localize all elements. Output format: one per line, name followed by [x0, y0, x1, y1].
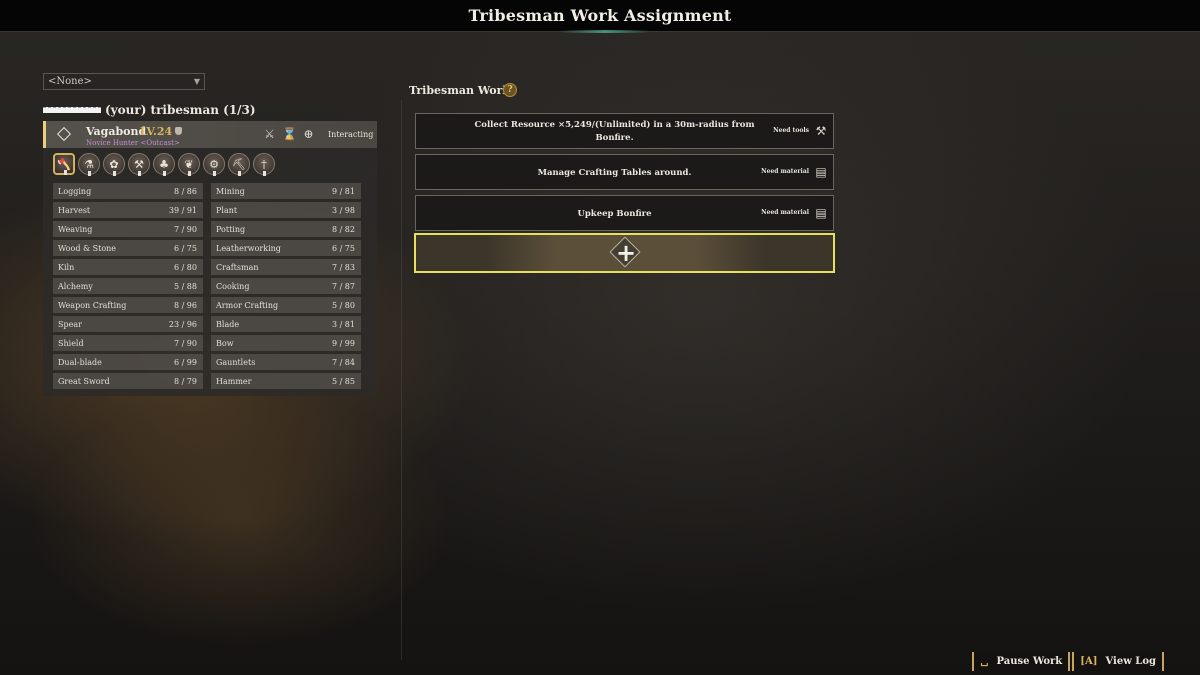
- tribesman-title: Novice Hunter <Outcast>: [86, 139, 180, 147]
- tribe-label: (your) tribesman (1/3): [105, 103, 256, 117]
- pause-work-button[interactable]: ␣ Pause Work: [972, 652, 1071, 671]
- stat-row: Spear 23 / 96: [53, 316, 203, 332]
- dropdown-value: <None>: [48, 76, 92, 87]
- tribesman-card-header[interactable]: Vagabond LV.24 Novice Hunter <Outcast> ⚔…: [43, 121, 377, 148]
- bottom-controls: ␣ Pause Work [A] View Log: [972, 652, 1164, 671]
- stat-row: Mining 9 / 81: [211, 183, 361, 199]
- stat-row: Blade 3 / 81: [211, 316, 361, 332]
- stat-row: Logging 8 / 86: [53, 183, 203, 199]
- diamond-icon: [56, 126, 72, 142]
- stat-row: Cooking 7 / 87: [211, 278, 361, 294]
- page-title: Tribesman Work Assignment: [468, 6, 732, 25]
- hourglass-icon[interactable]: ⌛: [282, 128, 297, 141]
- work-slot-manage-crafting[interactable]: Manage Crafting Tables around. Need mate…: [415, 154, 834, 190]
- stat-row: Craftsman 7 / 83: [211, 259, 361, 275]
- work-section-title: Tribesman Work: [409, 84, 511, 97]
- shield-icon: [175, 127, 182, 135]
- requirement-label: Need material: [761, 168, 809, 175]
- target-icon[interactable]: ⊕: [302, 128, 315, 141]
- stat-row: Dual-blade 6 / 99: [53, 354, 203, 370]
- view-log-button[interactable]: [A] View Log: [1072, 652, 1164, 671]
- stat-row: Harvest 39 / 91: [53, 202, 203, 218]
- potion-icon: ⚗: [78, 153, 100, 176]
- work-slot-collect-resource[interactable]: Collect Resource ×5,249/(Unlimited) in a…: [415, 113, 834, 149]
- tribesman-name: Vagabond: [86, 125, 147, 138]
- hammer-icon: ⚒: [128, 153, 150, 176]
- chevron-down-icon: ▼: [193, 77, 200, 86]
- pickaxe-icon: ⛏: [228, 153, 250, 176]
- work-slot-text: Upkeep Bonfire: [577, 209, 652, 219]
- help-icon[interactable]: ?: [503, 83, 517, 97]
- tribesman-card[interactable]: Vagabond LV.24 Novice Hunter <Outcast> ⚔…: [43, 121, 377, 396]
- herb-icon: ❦: [178, 153, 200, 176]
- stat-row: Kiln 6 / 80: [53, 259, 203, 275]
- stat-row: Armor Crafting 5 / 80: [211, 297, 361, 313]
- stat-row: Hammer 5 / 85: [211, 373, 361, 389]
- cogs-icon: ✿: [103, 153, 125, 176]
- stat-row: Alchemy 5 / 88: [53, 278, 203, 294]
- redacted-name: [43, 107, 101, 113]
- work-slot-upkeep-bonfire[interactable]: Upkeep Bonfire Need material ▤: [415, 195, 834, 231]
- stat-row: Great Sword 8 / 79: [53, 373, 203, 389]
- pause-work-label: Pause Work: [996, 656, 1063, 667]
- title-glow: [560, 30, 650, 33]
- space-key-icon: ␣: [980, 656, 989, 667]
- tribe-header: (your) tribesman (1/3): [43, 103, 256, 117]
- blade-icon: †: [253, 153, 275, 176]
- a-key-icon: [A]: [1080, 656, 1098, 667]
- panel-divider: [401, 100, 402, 660]
- tools-icon: ⚒: [815, 124, 827, 138]
- tribesman-level: LV.24: [140, 125, 173, 138]
- requirement-label: Need tools: [773, 127, 809, 134]
- material-icon: ▤: [815, 206, 827, 220]
- axe-icon: 🪓: [53, 153, 75, 175]
- plant-icon: ♣: [153, 153, 175, 176]
- stat-row: Plant 3 / 98: [211, 202, 361, 218]
- skill-icon-row: 🪓 ⚗ ✿ ⚒ ♣ ❦ ⚙ ⛏ †: [53, 153, 275, 176]
- stat-row: Weapon Crafting 8 / 96: [53, 297, 203, 313]
- stat-row: Potting 8 / 82: [211, 221, 361, 237]
- work-slot-text: Collect Resource ×5,249/(Unlimited) in a…: [474, 120, 755, 143]
- stat-row: Bow 9 / 99: [211, 335, 361, 351]
- stat-row: Weaving 7 / 90: [53, 221, 203, 237]
- stat-row: Wood & Stone 6 / 75: [53, 240, 203, 256]
- plus-icon: +: [615, 239, 637, 267]
- work-slot-text: Manage Crafting Tables around.: [537, 168, 692, 178]
- stat-row: Shield 7 / 90: [53, 335, 203, 351]
- tribesman-filter-dropdown[interactable]: <None> ▼: [43, 73, 205, 90]
- stat-row: Leatherworking 6 / 75: [211, 240, 361, 256]
- gear-craft-icon: ⚙: [203, 153, 225, 176]
- stat-row: Gauntlets 7 / 84: [211, 354, 361, 370]
- add-work-button[interactable]: +: [414, 233, 835, 273]
- requirement-label: Need material: [761, 209, 809, 216]
- title-bar: Tribesman Work Assignment: [0, 0, 1200, 33]
- view-log-label: View Log: [1105, 656, 1156, 667]
- material-icon: ▤: [815, 165, 827, 179]
- crossed-swords-icon[interactable]: ⚔: [263, 128, 276, 141]
- status-label: Interacting: [328, 130, 374, 139]
